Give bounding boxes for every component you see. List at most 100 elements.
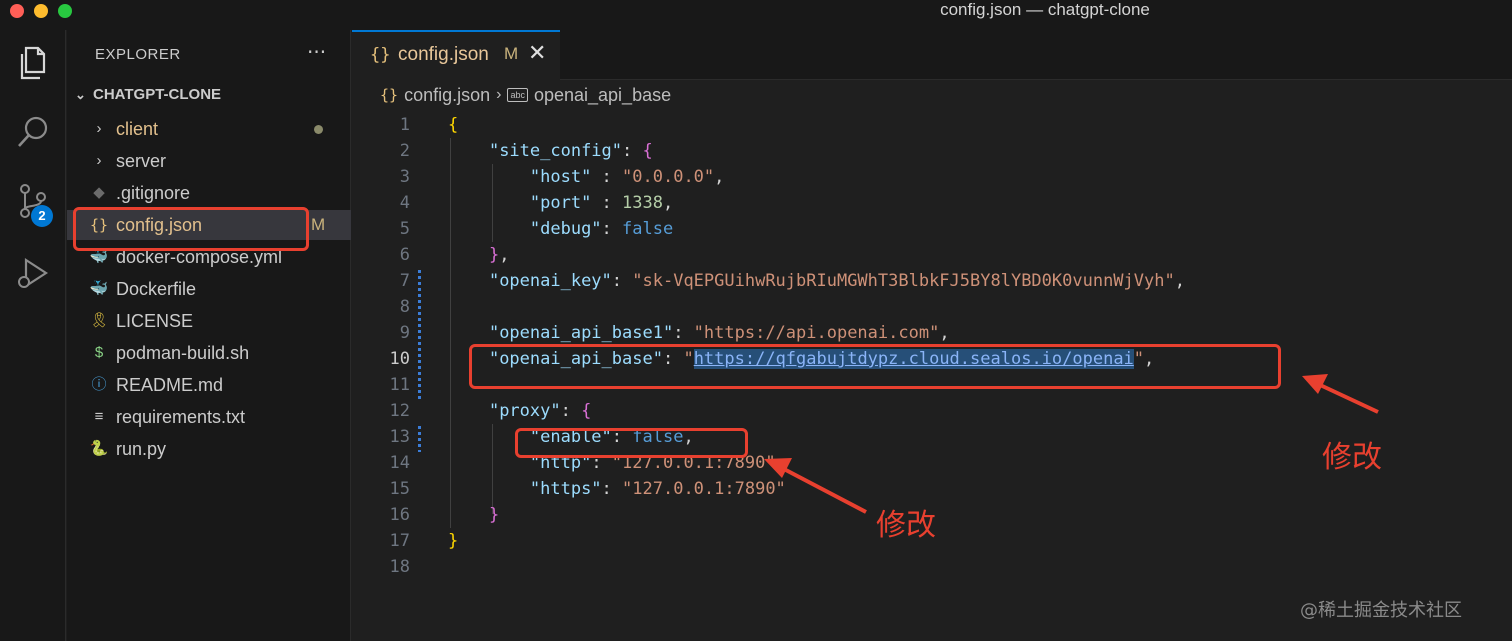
token: : [591,193,623,213]
token: : [611,271,633,291]
explorer-icon[interactable] [12,42,54,84]
string-symbol-icon: abc [507,88,528,103]
line-number: 11 [389,375,410,395]
chevron-down-icon: ⌄ [75,87,86,102]
code-line: 6 }, [352,242,1512,268]
token: "debug" [529,219,602,239]
chevron-right-icon: › [96,152,102,169]
info-icon: ⓘ [91,376,107,393]
line-number: 10 [389,349,410,369]
token: } [488,505,500,525]
breadcrumb-symbol[interactable]: openai_api_base [534,85,671,106]
run-debug-icon[interactable] [12,252,54,294]
docker-icon: 🐳 [89,280,109,297]
token: : [622,141,643,161]
text-file-icon: ≡ [94,408,104,425]
tab-config-json[interactable]: {} config.json M ✕ [352,30,560,80]
code-line: 12 "proxy": { [352,398,1512,424]
token: "openai_key" [488,271,612,291]
tree-item-label: client [116,119,159,139]
code-line: 18 [352,554,1512,580]
token: "sk-VqEPGUihwRujbRIuMGWhT3BlbkFJ5BY8lYBD… [632,271,1175,291]
token: : [601,219,623,239]
tree-item-dockerfile[interactable]: 🐳 Dockerfile [67,274,351,304]
annotation-box-config [73,207,309,251]
annotation-box-api-base [469,344,1281,389]
workspace-folder[interactable]: ⌄ CHATGPT-CLONE [75,86,221,103]
tree-item-label: requirements.txt [116,407,246,427]
line-number: 6 [399,245,410,265]
token: "host" [529,167,592,187]
token: , [499,245,510,265]
tree-item-server[interactable]: › server [67,146,351,176]
tree-item-label: Dockerfile [116,279,197,299]
token: "127.0.0.1:7890" [622,479,786,499]
token: , [1174,271,1185,291]
minimize-window-button[interactable] [34,4,48,18]
token: "openai_api_base1" [488,323,674,343]
token: , [775,453,786,473]
editor-tabs: {} config.json M ✕ [352,30,1512,80]
line-number: 17 [389,531,410,551]
token: : [673,323,694,343]
token: { [581,401,592,421]
tree-item-client[interactable]: › client [67,114,351,144]
explorer-sidebar: EXPLORER ··· ⌄ CHATGPT-CLONE › client › s… [67,30,351,641]
line-number: 9 [399,323,410,343]
code-line: 4 "port" : 1338, [352,190,1512,216]
modified-indicator: M [311,215,326,234]
code-line: 2 "site_config": { [352,138,1512,164]
tree-item-gitignore[interactable]: ◆ .gitignore [67,178,351,208]
tree-item-license[interactable]: 🎗 LICENSE [67,306,351,336]
license-icon: 🎗 [89,312,109,329]
search-icon[interactable] [12,112,54,154]
token: , [714,167,725,187]
code-line: 8 [352,294,1512,320]
chevron-right-icon: › [96,120,102,137]
token: , [662,193,674,213]
line-number: 1 [399,115,410,135]
token: , [939,323,950,343]
tree-item-run-py[interactable]: 🐍 run.py [67,434,351,464]
token: "https://api.openai.com" [693,323,940,343]
line-number: 18 [389,557,410,577]
python-icon: 🐍 [89,440,109,457]
watermark: @稀土掘金技术社区 [1300,600,1462,621]
close-tab-icon[interactable]: ✕ [528,41,546,66]
line-number: 14 [389,453,410,473]
git-file-icon: ◆ [93,184,105,201]
token: : [560,401,582,421]
token: } [448,531,459,551]
tree-item-readme[interactable]: ⓘ README.md [67,370,351,400]
code-line: 1{ [352,112,1512,138]
tree-item-requirements[interactable]: ≡ requirements.txt [67,402,351,432]
tree-item-label: server [116,151,167,171]
token: { [642,141,653,161]
modified-dot [314,125,323,134]
folder-label: CHATGPT-CLONE [93,86,222,103]
code-line: 3 "host" : "0.0.0.0", [352,164,1512,190]
line-number: 2 [399,141,410,161]
breadcrumb-file[interactable]: config.json [404,85,490,106]
tree-item-podman-build[interactable]: $ podman-build.sh [67,338,351,368]
activity-bar: 2 [0,30,66,641]
token: : [591,167,623,187]
annotation-label: 修改 [876,508,936,543]
close-window-button[interactable] [10,4,24,18]
tree-item-label: run.py [116,439,167,459]
breadcrumb: {} config.json › abc openai_api_base [380,84,671,110]
tree-item-label: .gitignore [116,183,191,203]
code-line: 15 "https": "127.0.0.1:7890" [352,476,1512,502]
maximize-window-button[interactable] [58,4,72,18]
line-number: 12 [389,401,410,421]
line-number: 4 [399,193,410,213]
more-actions-button[interactable]: ··· [307,40,326,64]
json-file-icon: {} [380,86,399,105]
title-bar: config.json — chatgpt-clone [0,0,1512,30]
scm-badge: 2 [31,205,53,227]
token: "https" [529,479,602,499]
line-number: 15 [389,479,410,499]
token: : [601,479,623,499]
chevron-right-icon: › [496,86,502,104]
tree-item-label: LICENSE [116,311,194,331]
